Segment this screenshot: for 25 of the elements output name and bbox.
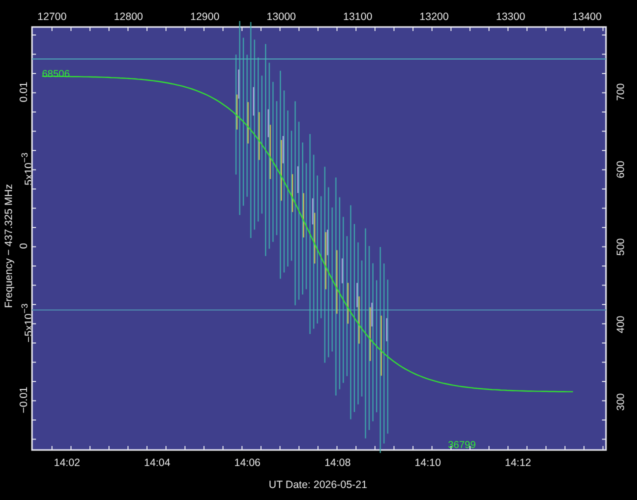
axis-tick-label: 14:02 [54, 457, 80, 469]
axis-tick-label: 0 [18, 243, 30, 249]
axis-tick-label: 14:06 [234, 457, 261, 469]
trace-label: 36799 [448, 440, 476, 451]
axis-title: Frequency − 437.325 MHz [3, 184, 15, 308]
axis-tick-label: 0.01 [18, 82, 30, 102]
axis-tick-label: 13000 [266, 11, 296, 23]
axis-tick-label: 12900 [190, 11, 220, 23]
axis-tick-label: 13200 [420, 11, 449, 23]
axis-tick-label: 600 [615, 160, 627, 178]
axis-tick-label: 14:08 [324, 457, 351, 469]
axis-tick-label: 14:04 [144, 457, 170, 469]
axis-tick-label: 14:12 [504, 457, 532, 469]
axis-tick-label: 12700 [37, 11, 67, 23]
axis-tick-label: 13300 [496, 11, 526, 23]
axis-tick-label: 500 [615, 238, 627, 256]
axis-tick-label: 700 [615, 83, 627, 101]
axis-tick-label: 13100 [343, 11, 372, 23]
axis-tick-label: 14:10 [414, 457, 441, 469]
axis-tick-label: −0.01 [18, 386, 30, 414]
axis-tick-label: 400 [615, 316, 627, 334]
axis-title: UT Date: 2026-05-21 [268, 479, 368, 491]
axis-tick-label: 300 [615, 393, 627, 411]
axis-tick-label: 13400 [572, 11, 602, 23]
axis-tick-label: 12800 [114, 11, 144, 23]
